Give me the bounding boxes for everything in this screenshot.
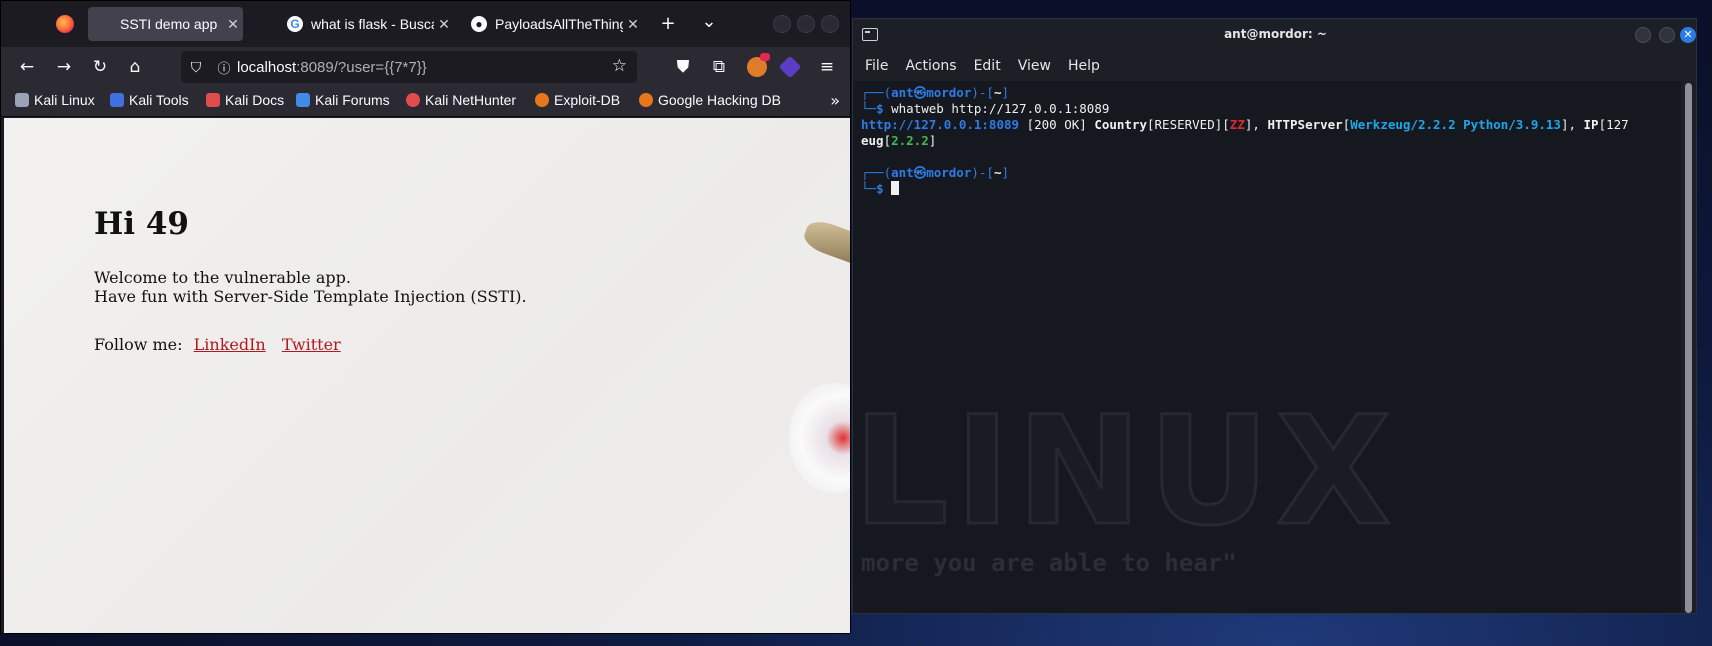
kali-tools-icon — [110, 93, 124, 107]
list-tabs-button[interactable]: ⌄ — [698, 11, 720, 32]
kali-forums-icon — [296, 93, 310, 107]
bookmark-kali-linux[interactable]: Kali Linux — [15, 92, 95, 108]
tab-title: what is flask - Busca — [311, 16, 434, 32]
bookmark-google-hacking-db[interactable]: Google Hacking DB — [639, 92, 781, 108]
page-heading: Hi 49 — [94, 206, 189, 242]
bookmark-label: Google Hacking DB — [658, 92, 781, 108]
minimize-button[interactable] — [1635, 27, 1651, 43]
terminal-lines: ┌──(ant㉿mordor)-[~] └─$ whatweb http://12… — [861, 85, 1629, 197]
terminal-titlebar[interactable]: ant@mordor: ~ ✕ — [853, 19, 1696, 51]
close-tab-icon[interactable]: ✕ — [434, 16, 454, 33]
url-path: :8089/?user={{7*7}} — [296, 58, 427, 76]
kali-quote: more you are able to hear" — [861, 549, 1237, 577]
tab-flask-search[interactable]: G what is flask - Busca ✕ — [279, 7, 454, 41]
close-tab-icon[interactable]: ✕ — [623, 16, 643, 33]
menu-icon[interactable]: ≡ — [815, 55, 839, 79]
active-prompt-line: └─$ — [861, 181, 1629, 197]
twitter-link[interactable]: Twitter — [282, 335, 341, 354]
pocket-icon[interactable]: ⛊ — [671, 55, 695, 79]
kali-dragon-icon — [15, 93, 29, 107]
bookmark-label: Kali Docs — [225, 92, 285, 108]
navigation-toolbar: ← → ↻ ⌂ ⛉ ⓘ localhost :8089/?user={{7*7}… — [1, 47, 850, 87]
menu-view[interactable]: View — [1018, 58, 1051, 74]
bookmarks-toolbar: Kali Linux Kali Tools Kali Docs Kali For… — [1, 87, 850, 117]
menu-help[interactable]: Help — [1068, 58, 1100, 74]
linkedin-link[interactable]: LinkedIn — [194, 335, 266, 354]
background-decoration — [800, 216, 850, 266]
menu-file[interactable]: File — [865, 58, 888, 74]
menu-actions[interactable]: Actions — [905, 58, 956, 74]
ghdb-icon — [639, 93, 653, 107]
terminal-window: ant@mordor: ~ ✕ File Actions Edit View H… — [852, 18, 1697, 614]
bookmark-label: Kali Linux — [34, 92, 95, 108]
tab-payloads[interactable]: ● PayloadsAllTheThings ✕ — [463, 7, 643, 41]
output-line: http://127.0.0.1:8089 [200 OK] Country[R… — [861, 117, 1629, 132]
command-line: └─$ whatweb http://127.0.0.1:8089 — [861, 101, 1110, 116]
bookmark-label: Exploit-DB — [554, 92, 621, 108]
tab-strip: SSTI demo app ✕ G what is flask - Busca … — [1, 1, 850, 47]
follow-section: Follow me: LinkedIn Twitter — [94, 335, 341, 354]
bookmark-kali-docs[interactable]: Kali Docs — [206, 92, 284, 108]
bookmark-kali-tools[interactable]: Kali Tools — [110, 92, 189, 108]
bookmark-label: Kali Forums — [315, 92, 390, 108]
url-host: localhost — [237, 58, 297, 76]
close-icon[interactable]: ✕ — [1680, 27, 1696, 43]
tab-title: SSTI demo app — [120, 16, 218, 32]
url-bar[interactable]: ⛉ ⓘ localhost :8089/?user={{7*7}} ☆ — [181, 51, 637, 83]
text-cursor — [891, 181, 900, 195]
bookmark-kali-forums[interactable]: Kali Forums — [296, 92, 390, 108]
page-content: Hi 49 Welcome to the vulnerable app. Hav… — [4, 118, 850, 633]
browser-window: SSTI demo app ✕ G what is flask - Busca … — [0, 0, 851, 634]
menu-edit[interactable]: Edit — [974, 58, 1001, 74]
forward-icon[interactable]: → — [52, 55, 76, 79]
new-tab-button[interactable]: + — [657, 13, 679, 34]
output-wrap-line: eug[2.2.2] — [861, 133, 937, 148]
maximize-button[interactable] — [1659, 27, 1675, 43]
page-info-icon[interactable]: ⓘ — [211, 58, 237, 77]
terminal-menubar: File Actions Edit View Help — [853, 51, 1696, 81]
tab-ssti-demo[interactable]: SSTI demo app ✕ — [88, 7, 243, 41]
ssti-line: Have fun with Server-Side Template Injec… — [94, 287, 527, 306]
bookmark-label: Kali Tools — [129, 92, 189, 108]
bookmark-exploit-db[interactable]: Exploit-DB — [535, 92, 620, 108]
terminal-scrollbar[interactable] — [1681, 81, 1696, 613]
prompt-line: ┌──(ant㉿mordor)-[~] — [861, 165, 1009, 180]
kali-docs-icon — [206, 93, 220, 107]
prompt-line: ┌──(ant㉿mordor)-[~] — [861, 85, 1009, 100]
follow-label: Follow me: — [94, 335, 183, 354]
tracking-shield-icon[interactable]: ⛉ — [181, 59, 211, 76]
close-window-button[interactable] — [821, 15, 839, 33]
minimize-button[interactable] — [773, 15, 791, 33]
nethunter-icon — [406, 93, 420, 107]
extension-icon[interactable] — [778, 55, 802, 79]
terminal-output[interactable]: LINUX more you are able to hear" ┌──(ant… — [853, 81, 1683, 613]
close-tab-icon[interactable]: ✕ — [223, 16, 243, 33]
bookmark-kali-nethunter[interactable]: Kali NetHunter — [406, 92, 516, 108]
kali-watermark: LINUX — [853, 385, 1398, 559]
bookmark-label: Kali NetHunter — [425, 92, 517, 108]
command-text: whatweb http://127.0.0.1:8089 — [891, 101, 1110, 116]
firefox-icon[interactable] — [56, 15, 74, 33]
terminal-title: ant@mordor: ~ — [1224, 27, 1327, 41]
back-icon[interactable]: ← — [15, 55, 39, 79]
maximize-button[interactable] — [797, 15, 815, 33]
reload-icon[interactable]: ↻ — [88, 55, 112, 79]
welcome-line: Welcome to the vulnerable app. — [94, 268, 351, 287]
google-icon: G — [287, 16, 303, 32]
extensions-icon[interactable]: ⧉ — [707, 55, 731, 79]
bookmark-star-icon[interactable]: ☆ — [612, 56, 627, 76]
home-icon[interactable]: ⌂ — [123, 55, 147, 79]
extension-badge-icon[interactable] — [747, 53, 770, 77]
welcome-text: Welcome to the vulnerable app. Have fun … — [94, 268, 527, 306]
more-bookmarks-icon[interactable]: » — [830, 91, 840, 110]
background-decoration — [789, 383, 850, 493]
page-icon — [96, 16, 112, 32]
tab-title: PayloadsAllTheThings — [495, 16, 623, 32]
exploit-db-icon — [535, 93, 549, 107]
github-icon: ● — [471, 16, 487, 32]
